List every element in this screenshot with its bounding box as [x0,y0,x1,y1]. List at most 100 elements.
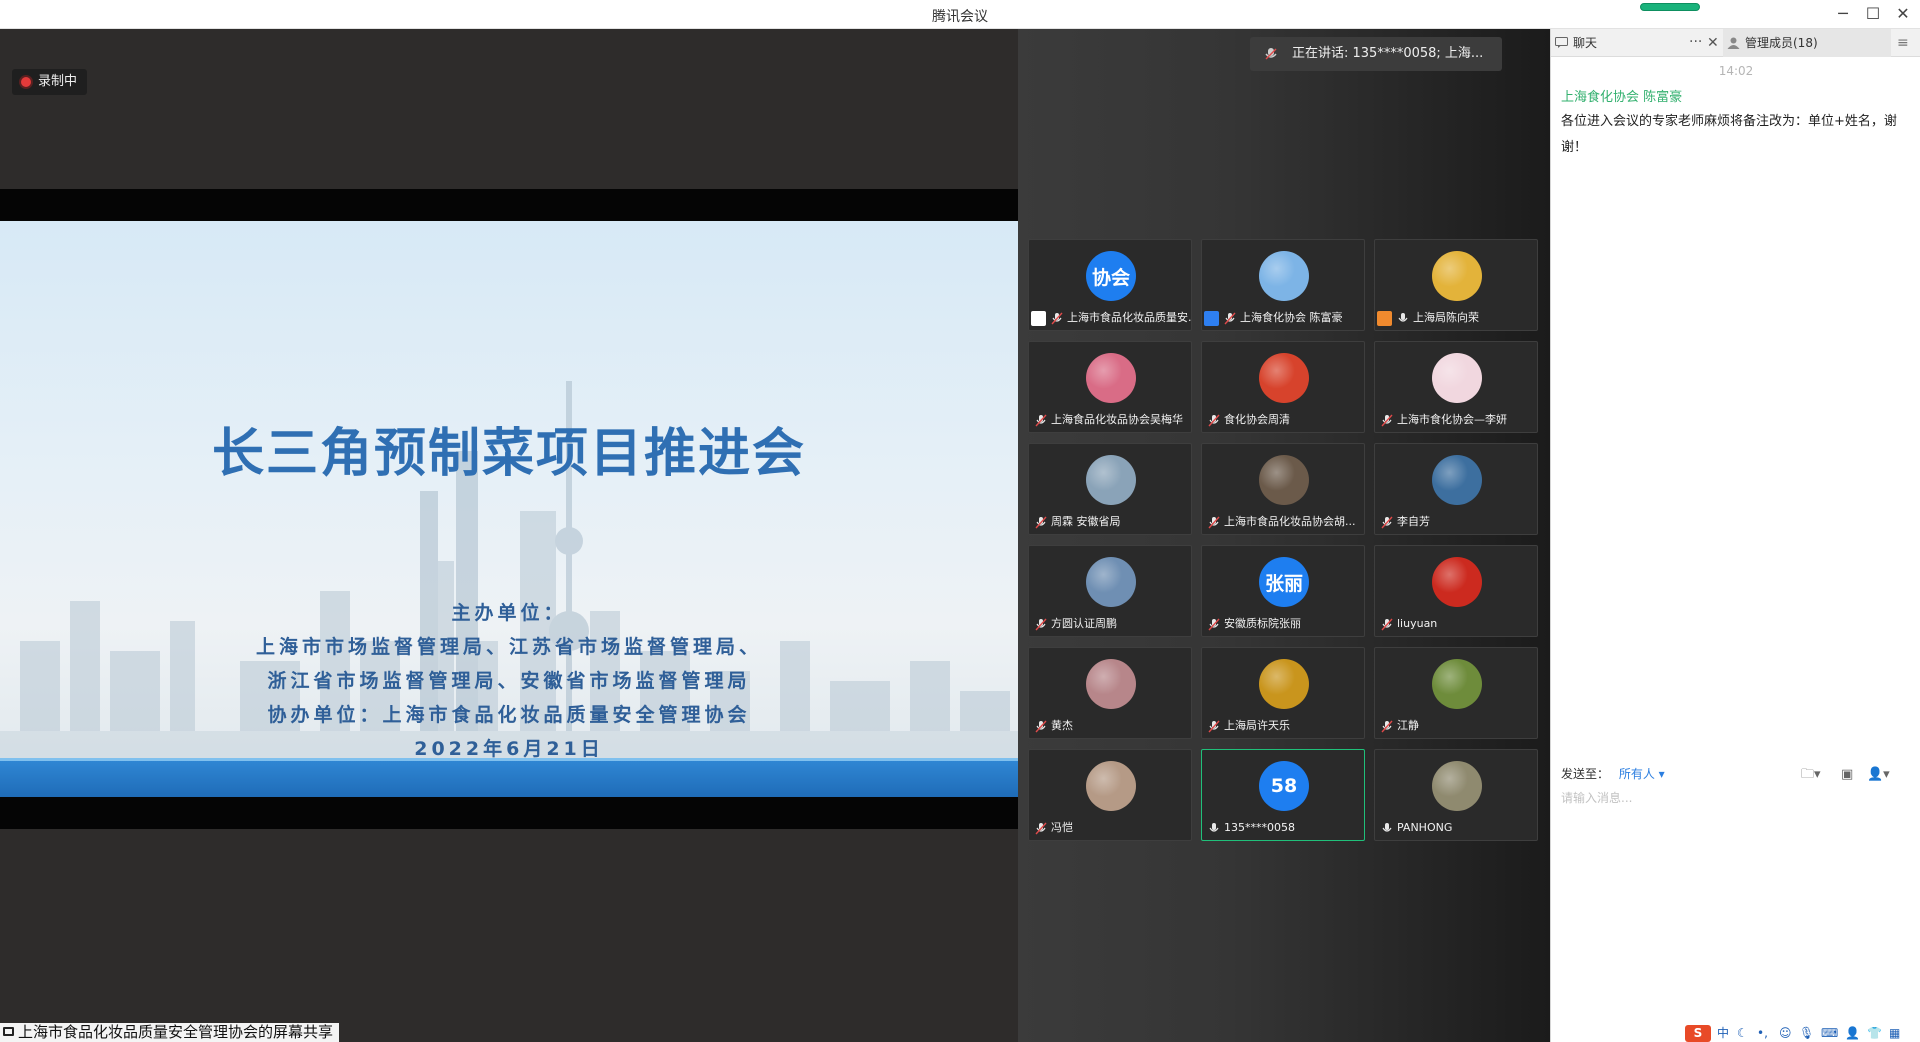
slide-footer-band [0,761,1018,797]
participant-name-row: 黄杰 [1029,716,1191,736]
grid-icon[interactable]: ▦ [1889,1025,1900,1042]
screenshot-icon[interactable]: ▣ [1841,765,1853,785]
minimize-button[interactable]: ─ [1832,3,1854,25]
title-bar: 腾讯会议 ─ ☐ ✕ [0,0,1920,29]
mic-muted-icon [1051,312,1063,325]
avatar [1432,251,1482,301]
tab-members[interactable]: 管理成员(18) [1723,29,1891,57]
participant-name-row: 135****0058 [1202,818,1364,838]
close-button[interactable]: ✕ [1892,3,1914,25]
ime-logo-icon[interactable]: S [1685,1025,1711,1042]
voice-icon[interactable]: 🎙 [1799,1025,1814,1042]
chat-bubble-icon [1555,37,1568,48]
participant-tile[interactable]: 食化协会周清 [1201,341,1365,433]
file-icon[interactable]: 🗀▾ [1801,765,1821,785]
avatar [1432,557,1482,607]
participant-name: 食化协会周清 [1224,413,1290,426]
screen-share-icon [1031,311,1046,326]
avatar [1086,557,1136,607]
participant-name: 上海市食品化妆品质量安... [1067,311,1192,324]
participant-tile[interactable]: 上海食化协会 陈富豪 [1201,239,1365,331]
speaking-mic-icon [1265,48,1277,60]
participant-tile[interactable]: 方圆认证周鹏 [1028,545,1192,637]
participant-tile[interactable]: 黄杰 [1028,647,1192,739]
participant-name: 安徽质标院张丽 [1224,617,1301,630]
window-title: 腾讯会议 [932,9,988,25]
ime-toolbar: S 中 ☾ •, ☺ 🎙 ⌨ 👤 👕 ▦ [1685,1025,1920,1042]
participant-tile[interactable]: 上海局陈向荣 [1374,239,1538,331]
mic-muted-icon [1381,414,1393,427]
participant-name-row: 上海市食品化妆品协会胡... [1202,512,1364,532]
mic-muted-icon [1381,516,1393,529]
chat-timestamp: 14:02 [1718,64,1754,78]
user-select-icon[interactable]: 👤▾ [1867,765,1890,785]
avatar: 58 [1259,761,1309,811]
participant-tile[interactable]: 上海局许天乐 [1201,647,1365,739]
send-to-label: 发送至： [1561,767,1610,781]
send-to-select[interactable]: 所有人 ▾ [1619,767,1665,781]
participant-name-row: 江静 [1375,716,1537,736]
mic-muted-icon [1035,516,1047,529]
mic-muted-icon [1208,516,1220,529]
mic-icon [1398,313,1408,322]
participant-tile[interactable]: 58 135****0058 [1201,749,1365,841]
send-tools: 🗀▾ ▣ 👤▾ [1801,764,1911,784]
skin-icon[interactable]: 👕 [1867,1025,1882,1042]
participant-tile[interactable]: 江静 [1374,647,1538,739]
slide-title: 长三角预制菜项目推进会 [211,424,806,484]
user-icon[interactable]: 👤 [1845,1025,1860,1042]
avatar [1259,659,1309,709]
emoji-icon[interactable]: ☺ [1779,1025,1792,1042]
participant-tile[interactable]: 冯恺 [1028,749,1192,841]
participant-name: 135****0058 [1224,821,1295,834]
recording-badge[interactable]: 录制中 [12,69,88,95]
participant-name-row: 冯恺 [1029,818,1191,838]
avatar [1086,353,1136,403]
participant-name: 冯恺 [1051,821,1073,834]
mic-icon [1209,823,1219,832]
mic-icon [1382,823,1392,832]
screen-share-caption: 上海市食品化妆品质量安全管理协会的屏幕共享 [0,1023,340,1042]
more-options-icon[interactable]: ··· [1689,29,1702,55]
chat-panel: 聊天 ··· ✕ 管理成员(18) ≡ 14:02 上海食化协会 陈富豪 各位进… [1550,29,1920,1042]
participant-name-row: 上海市食化协会—李妍 [1375,410,1537,430]
participant-name: 上海局许天乐 [1224,719,1290,732]
record-icon [21,77,31,87]
participant-tile[interactable]: 上海市食化协会—李妍 [1374,341,1538,433]
mic-muted-icon [1381,720,1393,733]
tab-chat[interactable]: 聊天 [1551,29,1681,57]
moon-icon[interactable]: ☾ [1737,1025,1748,1042]
maximize-button[interactable]: ☐ [1862,3,1884,25]
mic-muted-icon [1381,618,1393,631]
participant-name: 上海食化协会 陈富豪 [1240,311,1343,324]
participant-tile[interactable]: 张丽 安徽质标院张丽 [1201,545,1365,637]
punctuation-icon[interactable]: •, [1757,1025,1768,1042]
mic-muted-icon [1208,618,1220,631]
participant-name-row: 上海市食品化妆品质量安... [1029,308,1192,328]
recording-label: 录制中 [38,74,78,89]
mic-muted-icon [1224,312,1236,325]
participant-name: 周霖 安徽省局 [1051,515,1121,528]
participant-tile[interactable]: 周霖 安徽省局 [1028,443,1192,535]
chat-sender: 上海食化协会 陈富豪 [1561,90,1683,105]
avatar [1259,455,1309,505]
panel-menu-icon[interactable]: ≡ [1897,35,1909,51]
keyboard-icon[interactable]: ⌨ [1821,1025,1838,1042]
participant-name-row: 安徽质标院张丽 [1202,614,1364,634]
participant-tile[interactable]: PANHONG [1374,749,1538,841]
participant-name-row: 周霖 安徽省局 [1029,512,1191,532]
participant-tile[interactable]: 协会 上海市食品化妆品质量安... [1028,239,1192,331]
participant-tile[interactable]: liuyuan [1374,545,1538,637]
cohost-icon [1377,311,1392,326]
participant-tile[interactable]: 李自芳 [1374,443,1538,535]
close-chat-icon[interactable]: ✕ [1707,29,1719,57]
participant-name-row: 上海食品化妆品协会吴梅华 [1029,410,1191,430]
participant-name: 上海食品化妆品协会吴梅华 [1051,413,1183,426]
participant-name-row: PANHONG [1375,818,1537,838]
participant-tile[interactable]: 上海食品化妆品协会吴梅华 [1028,341,1192,433]
participant-name-row: 上海食化协会 陈富豪 [1202,308,1364,328]
participant-name: 李自芳 [1397,515,1430,528]
ime-mode[interactable]: 中 [1717,1025,1729,1042]
participant-tile[interactable]: 上海市食品化妆品协会胡... [1201,443,1365,535]
chat-input[interactable]: 请输入消息... [1561,789,1632,806]
